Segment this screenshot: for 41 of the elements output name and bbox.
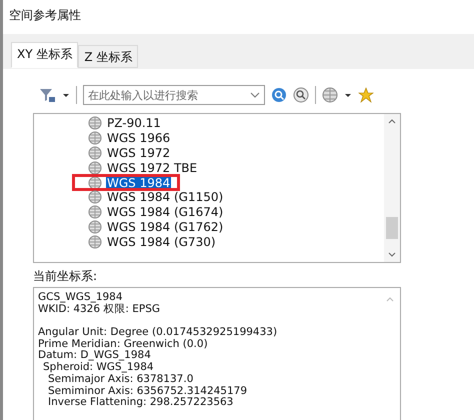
detail-line: Spheroid: WGS_1984 bbox=[43, 361, 154, 374]
detail-line: Inverse Flattening: 298.257223563 bbox=[48, 396, 234, 408]
search-field[interactable]: 在此处输入以进行搜索 bbox=[83, 85, 265, 105]
detail-line: Semiminor Axis: 6356752.314245179 bbox=[48, 384, 248, 396]
list-item[interactable]: PZ-90.11 bbox=[106, 116, 162, 130]
globe-icon bbox=[88, 176, 102, 190]
tab[interactable]: Z 坐标系 bbox=[78, 45, 138, 68]
detail-line: Datum: D_WGS_1984 bbox=[38, 349, 151, 362]
detail-line: WKID: 4326 权限: EPSG bbox=[38, 302, 160, 315]
section-label: 当前坐标系: bbox=[33, 268, 98, 285]
detail-line: Prime Meridian: Greenwich (0.0) bbox=[38, 338, 208, 350]
globe-icon bbox=[88, 234, 102, 249]
scroll-down-icon[interactable] bbox=[388, 252, 396, 258]
filter-icon[interactable] bbox=[38, 87, 56, 103]
chevron-icon[interactable] bbox=[250, 90, 260, 100]
globe-icon bbox=[88, 131, 102, 146]
list-item[interactable]: WGS 1966 bbox=[106, 131, 172, 146]
scroll-up-icon[interactable] bbox=[388, 118, 396, 124]
globe-icon bbox=[88, 190, 102, 204]
globe-icon bbox=[88, 160, 102, 175]
globe-icon bbox=[88, 116, 102, 130]
globe-icon bbox=[88, 205, 102, 220]
scrollbar[interactable] bbox=[384, 114, 400, 262]
clear-search-icon[interactable] bbox=[293, 87, 309, 103]
globe-icon bbox=[88, 220, 102, 234]
detail-line: GCS_WGS_1984 bbox=[38, 291, 123, 303]
scroll-thumb[interactable] bbox=[386, 217, 398, 239]
list-item[interactable]: WGS 1984 (G1150) bbox=[106, 190, 224, 204]
list-item[interactable]: WGS 1984 (G1762) bbox=[106, 220, 224, 234]
list-item[interactable]: WGS 1972 TBE bbox=[106, 160, 198, 175]
window-title: 空间参考属性 bbox=[8, 7, 82, 24]
globe-icon[interactable] bbox=[322, 87, 338, 103]
tab[interactable]: XY 坐标系 bbox=[11, 42, 78, 68]
globe-icon bbox=[88, 146, 102, 160]
list-item[interactable]: WGS 1984 (G730) bbox=[106, 234, 217, 249]
search-icon[interactable] bbox=[271, 87, 287, 103]
detail-line: Angular Unit: Degree (0.0174532925199433) bbox=[38, 326, 278, 338]
list-item[interactable]: WGS 1984 (G1674) bbox=[106, 205, 224, 220]
detail-line: Semimajor Axis: 6378137.0 bbox=[48, 372, 194, 385]
star-icon[interactable] bbox=[358, 87, 374, 103]
list-item[interactable]: WGS 1972 bbox=[106, 146, 172, 160]
